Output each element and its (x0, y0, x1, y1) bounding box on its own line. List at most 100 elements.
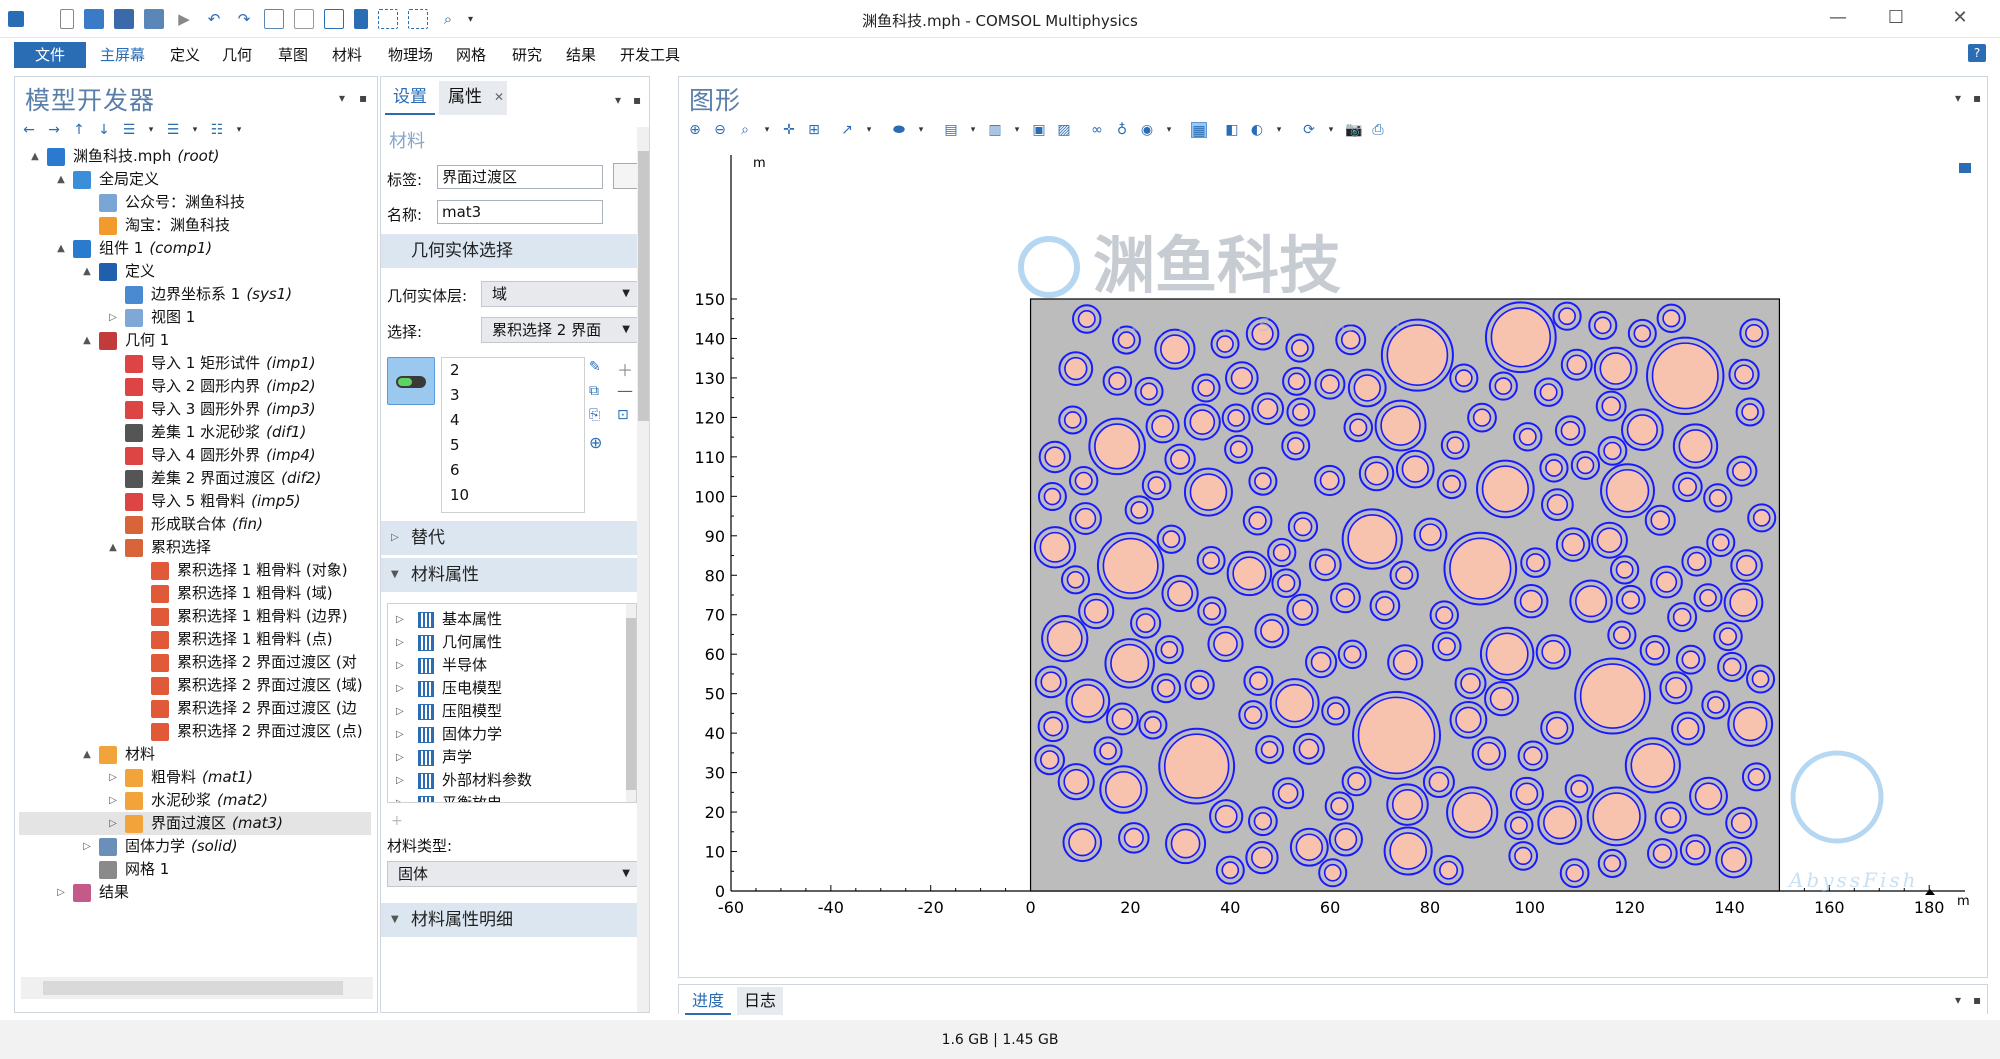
chevron-right-icon[interactable]: ▷ (396, 608, 408, 631)
aggregate-particle[interactable] (1676, 717, 1700, 740)
aggregate-particle[interactable] (1320, 374, 1340, 394)
aggregate-particle[interactable] (1314, 554, 1336, 576)
screenshot-icon[interactable]: 📷 (1345, 122, 1362, 138)
selection-list-item[interactable]: 10 (450, 483, 469, 508)
tree-item[interactable]: ▷ 界面过渡区 (mat3) (19, 812, 371, 835)
aggregate-particle[interactable] (1323, 863, 1342, 882)
zoom-dropdown-icon[interactable]: ▾ (762, 122, 772, 138)
tree-toggle-icon[interactable]: ▷ (81, 835, 93, 858)
aggregate-particle[interactable] (1040, 671, 1062, 693)
aggregate-particle[interactable] (1435, 606, 1454, 625)
aggregate-particle[interactable] (1380, 405, 1421, 446)
aggregate-particle[interactable] (1541, 639, 1566, 664)
tab-properties[interactable]: 属性 (439, 81, 491, 115)
aggregate-particle[interactable] (1277, 574, 1296, 593)
material-property-item[interactable]: ▷ 外部材料参数 (388, 769, 532, 792)
render-icon[interactable]: ◐ (1249, 122, 1265, 138)
aggregate-particle[interactable] (1287, 372, 1306, 391)
aggregate-particle[interactable] (1681, 650, 1701, 669)
aggregate-particle[interactable] (1292, 599, 1314, 621)
menu-item[interactable]: 研究 (512, 42, 542, 68)
print-icon[interactable]: ⎙ (1370, 122, 1386, 138)
aggregate-particle[interactable] (1734, 364, 1754, 385)
aggregate-particle[interactable] (1357, 696, 1436, 775)
selection-list-item[interactable]: 5 (450, 433, 460, 458)
graphics-pin-icon[interactable]: ▪ (1973, 91, 1981, 105)
aggregate-particle[interactable] (1678, 429, 1713, 464)
active-selection-toggle[interactable] (387, 357, 435, 405)
aggregate-particle[interactable] (1349, 418, 1368, 437)
aggregate-particle[interactable] (1147, 476, 1166, 495)
select-domains-icon[interactable]: ▥ (987, 122, 1003, 138)
aggregate-particle[interactable] (1752, 509, 1771, 527)
create-selection-icon[interactable]: ⊕ (589, 433, 602, 452)
aggregate-particle[interactable] (1601, 396, 1621, 416)
tree-item[interactable]: 公众号：渊鱼科技 (81, 191, 251, 214)
hide-icon[interactable]: ∞ (1089, 122, 1105, 138)
aggregate-particle[interactable] (1626, 414, 1658, 446)
aggregate-particle[interactable] (1111, 708, 1134, 730)
aggregate-particle[interactable] (1545, 459, 1563, 477)
zoom-to-selection-icon[interactable]: ⊡ (617, 407, 629, 423)
aggregate-particle[interactable] (1490, 307, 1552, 368)
aggregate-particle[interactable] (1099, 742, 1117, 760)
aggregate-particle[interactable] (1446, 436, 1465, 455)
tree-toggle-icon[interactable]: ▲ (81, 329, 93, 352)
aggregate-particle[interactable] (1633, 324, 1652, 343)
aggregate-particle[interactable] (1254, 472, 1272, 491)
settings-scrollbar[interactable] (637, 127, 649, 1012)
aggregate-particle[interactable] (1428, 771, 1450, 793)
aggregate-particle[interactable] (1545, 716, 1569, 740)
aggregate-particle[interactable] (1660, 807, 1682, 829)
settings-pin-icon[interactable]: ▪ (633, 93, 641, 107)
collapse-dropdown-icon[interactable]: ▾ (190, 122, 200, 138)
aggregate-particle[interactable] (1293, 517, 1313, 537)
aggregate-particle[interactable] (1202, 551, 1220, 570)
tree-toggle-icon[interactable]: ▲ (55, 237, 67, 260)
aggregate-particle[interactable] (1160, 334, 1190, 365)
aggregate-particle[interactable] (1560, 420, 1581, 441)
material-details-section[interactable]: 材料属性明细 (381, 903, 637, 937)
aggregate-particle[interactable] (1437, 637, 1456, 656)
aggregate-particle[interactable] (1603, 854, 1622, 873)
model-tree-horizontal-scrollbar[interactable] (21, 977, 373, 999)
aggregate-particle[interactable] (1485, 632, 1529, 676)
settings-menu-icon[interactable]: ▾ (615, 93, 621, 107)
aggregate-particle[interactable] (1651, 342, 1719, 410)
aggregate-particle[interactable] (1074, 471, 1093, 490)
aggregate-particle[interactable] (1251, 846, 1273, 869)
menu-item[interactable]: 网格 (456, 42, 486, 68)
aggregate-particle[interactable] (1596, 527, 1623, 554)
selection-list-item[interactable]: 2 (450, 358, 460, 383)
selection-list[interactable]: 2 3 4 5 6 10 (441, 357, 585, 513)
aggregate-particle[interactable] (1561, 532, 1585, 557)
aggregate-particle[interactable] (1043, 716, 1064, 737)
aggregate-particle[interactable] (1167, 580, 1194, 607)
aggregate-particle[interactable] (1509, 816, 1528, 835)
aggregate-particle[interactable] (1543, 805, 1577, 840)
geom-level-select[interactable]: 域 ▼ (481, 281, 639, 307)
aggregate-particle[interactable] (1074, 507, 1097, 530)
tree-toggle-icon[interactable]: ▷ (107, 789, 119, 812)
aggregate-particle[interactable] (1319, 470, 1340, 491)
menu-item[interactable]: 物理场 (388, 42, 433, 68)
aggregate-particle[interactable] (1392, 649, 1418, 675)
aggregate-particle[interactable] (1477, 741, 1501, 766)
tree-item[interactable]: ▲ 渊鱼科技.mph (root) (29, 145, 220, 168)
aggregate-particle[interactable] (1687, 551, 1707, 571)
aggregate-particle[interactable] (1391, 789, 1424, 821)
selection-select[interactable]: 累积选择 2 界面 ▼ (481, 317, 639, 343)
aggregate-particle[interactable] (1229, 440, 1248, 459)
override-section[interactable]: 替代 (381, 521, 637, 555)
aggregate-particle[interactable] (1732, 461, 1752, 482)
forward-icon[interactable]: → (46, 122, 62, 138)
material-properties-scrollbar[interactable] (626, 604, 636, 802)
aggregate-particle[interactable] (1286, 437, 1305, 455)
deselect-icon[interactable]: ▨ (1056, 122, 1072, 138)
aggregate-particle[interactable] (1083, 598, 1109, 624)
clear-selection-icon[interactable]: ⎘ (589, 407, 600, 423)
aggregate-particle[interactable] (1190, 675, 1210, 695)
chevron-right-icon[interactable]: ▷ (396, 792, 408, 802)
aggregate-particle[interactable] (1662, 309, 1681, 328)
zoom-out-icon[interactable]: ⊖ (712, 122, 728, 138)
